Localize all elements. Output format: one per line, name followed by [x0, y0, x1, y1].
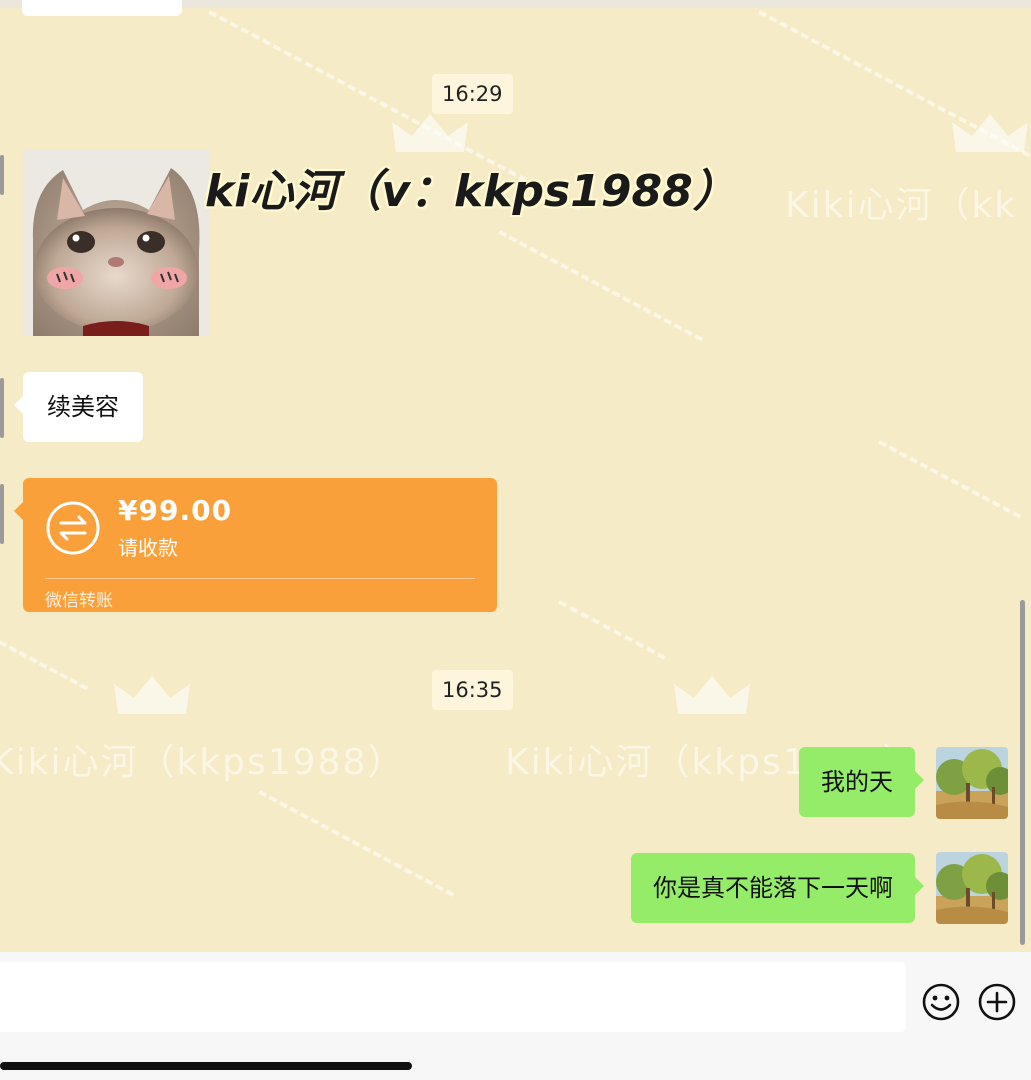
previous-message-bubble[interactable]: [22, 0, 182, 16]
crown-icon: [672, 674, 752, 718]
received-message-bubble[interactable]: 续美容: [14, 372, 143, 442]
sender-avatar-edge[interactable]: [0, 378, 4, 438]
sender-avatar-edge[interactable]: [0, 484, 4, 544]
chat-scrollbar[interactable]: [1020, 600, 1025, 945]
transfer-amount: ¥99.00: [118, 494, 233, 527]
sent-message-bubble[interactable]: 你是真不能落下一天啊: [631, 853, 924, 923]
plus-circle-icon[interactable]: [977, 982, 1017, 1022]
transfer-label: 微信转账: [45, 591, 113, 611]
watermark-line: [878, 440, 1022, 519]
cat-sticker-image[interactable]: [23, 150, 209, 336]
watermark-line: [498, 230, 704, 342]
overlay-watermark-text: ki心河（v：kkps1988）: [205, 166, 737, 217]
transfer-arrows-icon: [45, 500, 101, 556]
timestamp: 16:29: [432, 74, 513, 114]
smiley-icon[interactable]: [921, 982, 961, 1022]
watermark-text: Kiki心河（kk: [785, 185, 1018, 226]
user-avatar[interactable]: [936, 747, 1008, 819]
watermark-line: [558, 600, 666, 660]
watermark-line: [258, 790, 455, 897]
message-input[interactable]: [0, 962, 906, 1032]
transfer-status: 请收款: [118, 536, 178, 560]
chat-area[interactable]: Kiki心河（kkps1988） Kiki心河（kkps1988） Kiki心河…: [0, 0, 1031, 952]
transfer-card[interactable]: ¥99.00 请收款 微信转账: [14, 478, 497, 612]
crown-icon: [112, 674, 192, 718]
transfer-divider: [45, 578, 475, 579]
crown-icon: [390, 112, 470, 156]
watermark-line: [0, 640, 89, 691]
home-indicator: [0, 1062, 412, 1070]
watermark-text: Kiki心河（kkps1988）: [0, 742, 406, 783]
crown-icon: [950, 112, 1030, 156]
sender-avatar-edge[interactable]: [0, 155, 4, 195]
sent-message-bubble[interactable]: 我的天: [799, 747, 924, 817]
input-bar: [0, 952, 1031, 1080]
timestamp: 16:35: [432, 670, 513, 710]
user-avatar[interactable]: [936, 852, 1008, 924]
